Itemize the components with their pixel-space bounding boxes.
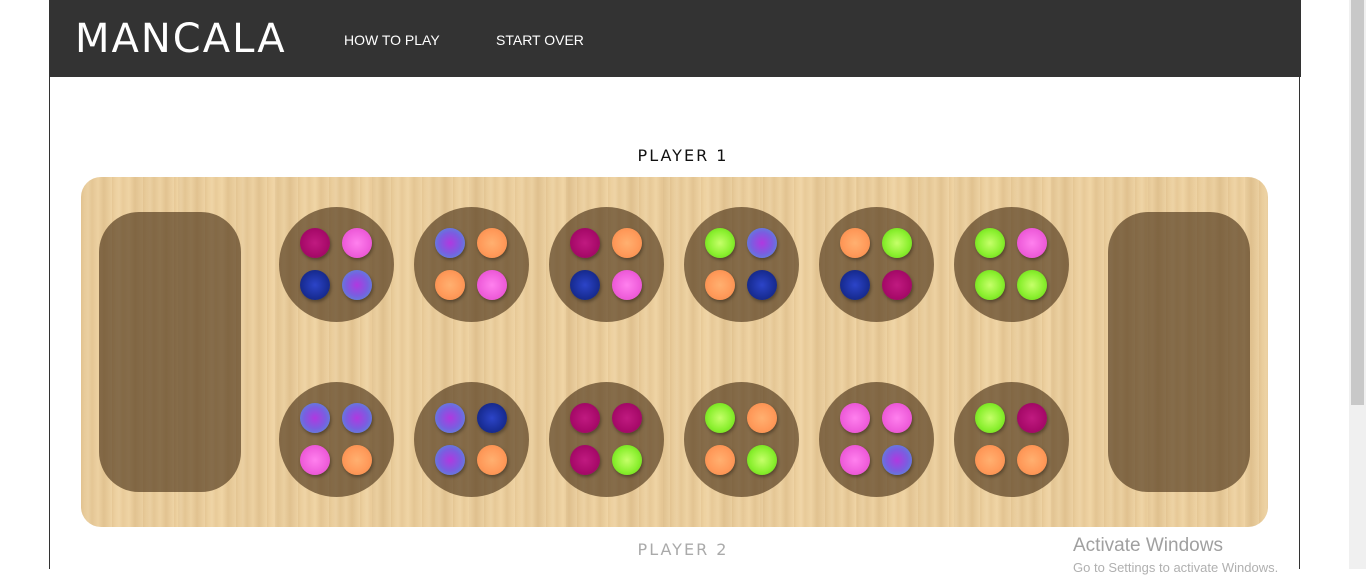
stone-orange — [342, 445, 372, 475]
pit-bottom-5[interactable] — [819, 382, 934, 497]
stone-purple-blue — [747, 228, 777, 258]
pit-bottom-2[interactable] — [414, 382, 529, 497]
pit-top-2[interactable] — [414, 207, 529, 322]
pit-bottom-1[interactable] — [279, 382, 394, 497]
scrollbar-thumb[interactable] — [1351, 0, 1364, 405]
mancala-board — [81, 177, 1268, 527]
stone-magenta — [612, 403, 642, 433]
pit-top-5[interactable] — [819, 207, 934, 322]
stone-green — [612, 445, 642, 475]
stone-magenta — [570, 403, 600, 433]
stone-green — [747, 445, 777, 475]
stone-purple-blue — [435, 403, 465, 433]
stone-pink — [1017, 228, 1047, 258]
navbar: MANCALA HOW TO PLAY START OVER — [49, 0, 1301, 77]
stone-orange — [747, 403, 777, 433]
activate-windows-title: Activate Windows — [1073, 535, 1223, 556]
stone-pink — [612, 270, 642, 300]
stone-orange — [705, 445, 735, 475]
stone-purple-blue — [435, 445, 465, 475]
stone-green — [705, 403, 735, 433]
stone-purple-blue — [342, 270, 372, 300]
stone-magenta — [300, 228, 330, 258]
pit-bottom-3[interactable] — [549, 382, 664, 497]
player-1-label: PLAYER 1 — [637, 146, 729, 165]
stone-pink — [840, 403, 870, 433]
stone-orange — [975, 445, 1005, 475]
stone-navy — [747, 270, 777, 300]
pit-top-4[interactable] — [684, 207, 799, 322]
stone-magenta — [882, 270, 912, 300]
stone-orange — [477, 228, 507, 258]
stone-navy — [477, 403, 507, 433]
stone-orange — [705, 270, 735, 300]
stone-green — [975, 228, 1005, 258]
stone-pink — [300, 445, 330, 475]
stone-green — [975, 403, 1005, 433]
stone-pink — [477, 270, 507, 300]
store-right — [1108, 212, 1250, 492]
stone-orange — [612, 228, 642, 258]
pit-bottom-4[interactable] — [684, 382, 799, 497]
stone-magenta — [570, 228, 600, 258]
start-over-link[interactable]: START OVER — [496, 31, 584, 49]
stone-purple-blue — [882, 445, 912, 475]
pit-top-3[interactable] — [549, 207, 664, 322]
pit-top-1[interactable] — [279, 207, 394, 322]
stone-orange — [1017, 445, 1047, 475]
stone-green — [975, 270, 1005, 300]
pit-top-6[interactable] — [954, 207, 1069, 322]
store-left — [99, 212, 241, 492]
stone-orange — [840, 228, 870, 258]
stone-orange — [477, 445, 507, 475]
stone-green — [705, 228, 735, 258]
stone-navy — [300, 270, 330, 300]
stone-orange — [435, 270, 465, 300]
stone-green — [882, 228, 912, 258]
stone-purple-blue — [435, 228, 465, 258]
how-to-play-link[interactable]: HOW TO PLAY — [344, 31, 440, 49]
stone-magenta — [570, 445, 600, 475]
stone-green — [1017, 270, 1047, 300]
stone-purple-blue — [300, 403, 330, 433]
stone-pink — [840, 445, 870, 475]
stone-pink — [882, 403, 912, 433]
stone-pink — [342, 228, 372, 258]
stone-magenta — [1017, 403, 1047, 433]
activate-windows-subtitle: Go to Settings to activate Windows. — [1073, 560, 1279, 575]
pit-bottom-6[interactable] — [954, 382, 1069, 497]
stone-navy — [840, 270, 870, 300]
logo: MANCALA — [75, 16, 287, 62]
stone-purple-blue — [342, 403, 372, 433]
stone-navy — [570, 270, 600, 300]
